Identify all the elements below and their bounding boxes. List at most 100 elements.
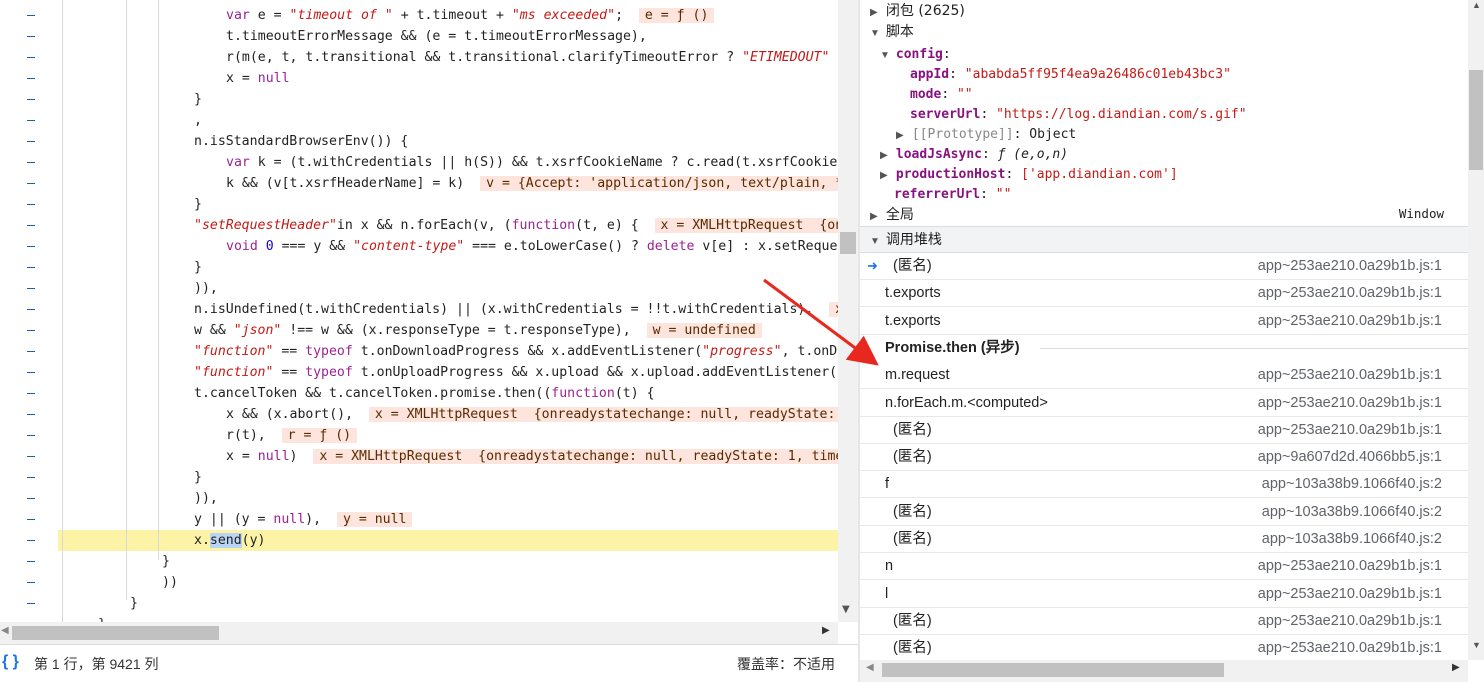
call-frame-location[interactable]: app~253ae210.0a29b1b.js:1 [1258, 253, 1442, 279]
code-token: 0 [265, 239, 274, 254]
call-frame[interactable]: (匿名) app~9a607d2d.4066bb5.js:1 [860, 444, 1468, 471]
call-frame[interactable]: n.forEach.m.<computed> app~253ae210.0a29b… [860, 390, 1468, 417]
expand-icon[interactable]: ▶ [870, 3, 882, 23]
code-token: y || (y = [194, 512, 274, 527]
collapse-icon[interactable]: ▼ [870, 229, 882, 254]
scope-global[interactable]: ▶ 全局 Window [860, 204, 1468, 224]
call-frame-name: f [885, 476, 890, 492]
code-token: )) [162, 575, 178, 590]
call-frame[interactable]: t.exports app~253ae210.0a29b1b.js:1 [860, 280, 1468, 307]
call-frame-name: (匿名) [893, 504, 932, 520]
call-frame-location[interactable]: app~253ae210.0a29b1b.js:1 [1258, 390, 1442, 416]
scope-appid[interactable]: appId: "ababda5ff95f4ea9a26486c01eb43bc3… [860, 63, 1468, 83]
prototype-key: [[Prototype]] [911, 127, 1014, 142]
scope-config[interactable]: ▼ config: [860, 43, 1468, 63]
collapse-icon[interactable]: ▼ [870, 24, 882, 44]
call-frame[interactable]: ➜ (匿名) app~253ae210.0a29b1b.js:1 [860, 253, 1468, 280]
scroll-down-icon[interactable]: ▼ [1472, 640, 1481, 650]
config-key: config [895, 47, 943, 62]
call-frame[interactable]: n app~253ae210.0a29b1b.js:1 [860, 553, 1468, 580]
scroll-right-icon[interactable]: ▶ [1452, 662, 1460, 673]
code-token: )), [194, 491, 218, 506]
scope-productionhost[interactable]: ▶ productionHost: ['app.diandian.com'] [860, 163, 1468, 183]
debugger-vertical-scrollbar[interactable]: ▲ ▼ [1468, 0, 1484, 660]
code-token: )), [194, 281, 218, 296]
call-frame-location[interactable]: app~9a607d2d.4066bb5.js:1 [1258, 444, 1442, 470]
scope-referrerurl[interactable]: referrerUrl: "" [860, 183, 1468, 203]
call-frame[interactable]: m.request app~253ae210.0a29b1b.js:1 [860, 362, 1468, 389]
scope-closure[interactable]: ▶ 闭包 (2625) [860, 0, 1468, 20]
call-frame-name: (匿名) [893, 531, 932, 547]
code-token: (t) { [614, 386, 655, 401]
call-frame-name: (匿名) [893, 613, 932, 629]
call-frame-name: t.exports [885, 285, 941, 301]
call-frame-location[interactable]: app~253ae210.0a29b1b.js:1 [1258, 417, 1442, 443]
code-token: function [511, 218, 576, 233]
scope-serverurl[interactable]: serverUrl: "https://log.diandian.com/s.g… [860, 103, 1468, 123]
call-frame[interactable]: (匿名) app~253ae210.0a29b1b.js:1 [860, 417, 1468, 444]
scroll-left-icon[interactable]: ◀ [1, 625, 9, 636]
call-frame-location[interactable]: app~103a38b9.1066f40.js:2 [1262, 471, 1442, 497]
coverage-status: 覆盖率：不适用 [737, 656, 835, 672]
scroll-up-icon[interactable]: ▲ [1472, 0, 1481, 10]
call-frame-location[interactable]: app~253ae210.0a29b1b.js:1 [1258, 280, 1442, 306]
code-token: "content-type" [353, 239, 465, 254]
pretty-print-icon[interactable]: { } [2, 653, 19, 671]
scope-loadjsasync[interactable]: ▶ loadJsAsync: ƒ (e,o,n) [860, 143, 1468, 163]
call-frame[interactable]: f app~103a38b9.1066f40.js:2 [860, 471, 1468, 498]
call-frame[interactable]: t.exports app~253ae210.0a29b1b.js:1 [860, 308, 1468, 335]
call-frame-name: n [885, 558, 894, 574]
code-line[interactable]: } [0, 614, 838, 622]
call-frame-location[interactable]: app~253ae210.0a29b1b.js:1 [1258, 362, 1442, 388]
referrerurl-key: referrerUrl [894, 187, 981, 202]
code-editor[interactable]: var e = "timeout of " + t.timeout + "ms … [0, 0, 838, 622]
code-token: null [273, 512, 306, 527]
scope-prototype[interactable]: ▶ [[Prototype]]: Object [860, 123, 1468, 143]
code-vertical-scroll-thumb[interactable] [840, 232, 856, 254]
scroll-right-icon[interactable]: ▶ [822, 625, 830, 636]
call-frame-location[interactable]: app~253ae210.0a29b1b.js:1 [1258, 608, 1442, 634]
code-token: === y && [273, 239, 354, 254]
code-token: t.cancelToken && t.cancelToken.promise.t… [194, 386, 552, 401]
scope-mode[interactable]: mode: "" [860, 83, 1468, 103]
call-frame-location[interactable]: app~103a38b9.1066f40.js:2 [1262, 499, 1442, 525]
code-vertical-scrollbar[interactable]: ▼ [838, 0, 858, 622]
code-token: (y) [241, 533, 266, 548]
async-divider-line [1040, 348, 1468, 349]
code-horizontal-scroll-thumb[interactable] [12, 626, 219, 640]
call-frame-location[interactable]: app~253ae210.0a29b1b.js:1 [1258, 635, 1442, 661]
call-frame[interactable]: (匿名) app~253ae210.0a29b1b.js:1 [860, 635, 1468, 662]
debugger-horizontal-scrollbar[interactable]: ◀ ▶ [860, 660, 1468, 682]
appid-key: appId [910, 67, 950, 82]
scroll-left-icon[interactable]: ◀ [866, 662, 874, 673]
call-frame-location[interactable]: app~253ae210.0a29b1b.js:1 [1258, 581, 1442, 607]
inline-value: x = XMLHttpRequest {on [654, 218, 838, 233]
call-frame-location[interactable]: app~253ae210.0a29b1b.js:1 [1258, 308, 1442, 334]
call-frame-location[interactable]: app~103a38b9.1066f40.js:2 [1262, 526, 1442, 552]
code-token: var [226, 155, 258, 170]
call-frame-location[interactable]: app~253ae210.0a29b1b.js:1 [1258, 553, 1442, 579]
debugger-vertical-scroll-thumb[interactable] [1469, 70, 1483, 170]
call-stack-header[interactable]: ▼ 调用堆栈 [860, 226, 1468, 253]
debugger-horizontal-scroll-thumb[interactable] [882, 663, 1224, 677]
code-line-paused[interactable]: x.send(y) [58, 530, 838, 551]
call-frame[interactable]: (匿名) app~103a38b9.1066f40.js:2 [860, 499, 1468, 526]
call-frame[interactable]: l app~253ae210.0a29b1b.js:1 [860, 581, 1468, 608]
indent-guide [62, 0, 63, 622]
code-horizontal-scrollbar[interactable]: ◀ ▶ [0, 622, 838, 644]
scope-script[interactable]: ▼ 脚本 [860, 21, 1468, 41]
code-token: "json" [233, 323, 282, 338]
call-frame-name: (匿名) [893, 640, 932, 656]
cursor-position: 第 1 行，第 9421 列 [34, 656, 159, 672]
productionhost-value: ['app.diandian.com'] [1021, 167, 1178, 182]
prototype-value: Object [1029, 127, 1077, 142]
code-token: r(t), [226, 428, 282, 443]
call-frame[interactable]: (匿名) app~253ae210.0a29b1b.js:1 [860, 608, 1468, 635]
loadjsasync-value: ƒ (e,o,n) [997, 147, 1069, 162]
scroll-down-icon[interactable]: ▼ [842, 604, 850, 615]
expand-icon[interactable]: ▶ [870, 207, 882, 227]
call-frame[interactable]: (匿名) app~103a38b9.1066f40.js:2 [860, 526, 1468, 553]
code-token: } [194, 470, 202, 485]
inline-value: v = {Accept: 'application/json, text/pla… [480, 176, 838, 191]
line-gutter-marker[interactable] [27, 540, 35, 541]
